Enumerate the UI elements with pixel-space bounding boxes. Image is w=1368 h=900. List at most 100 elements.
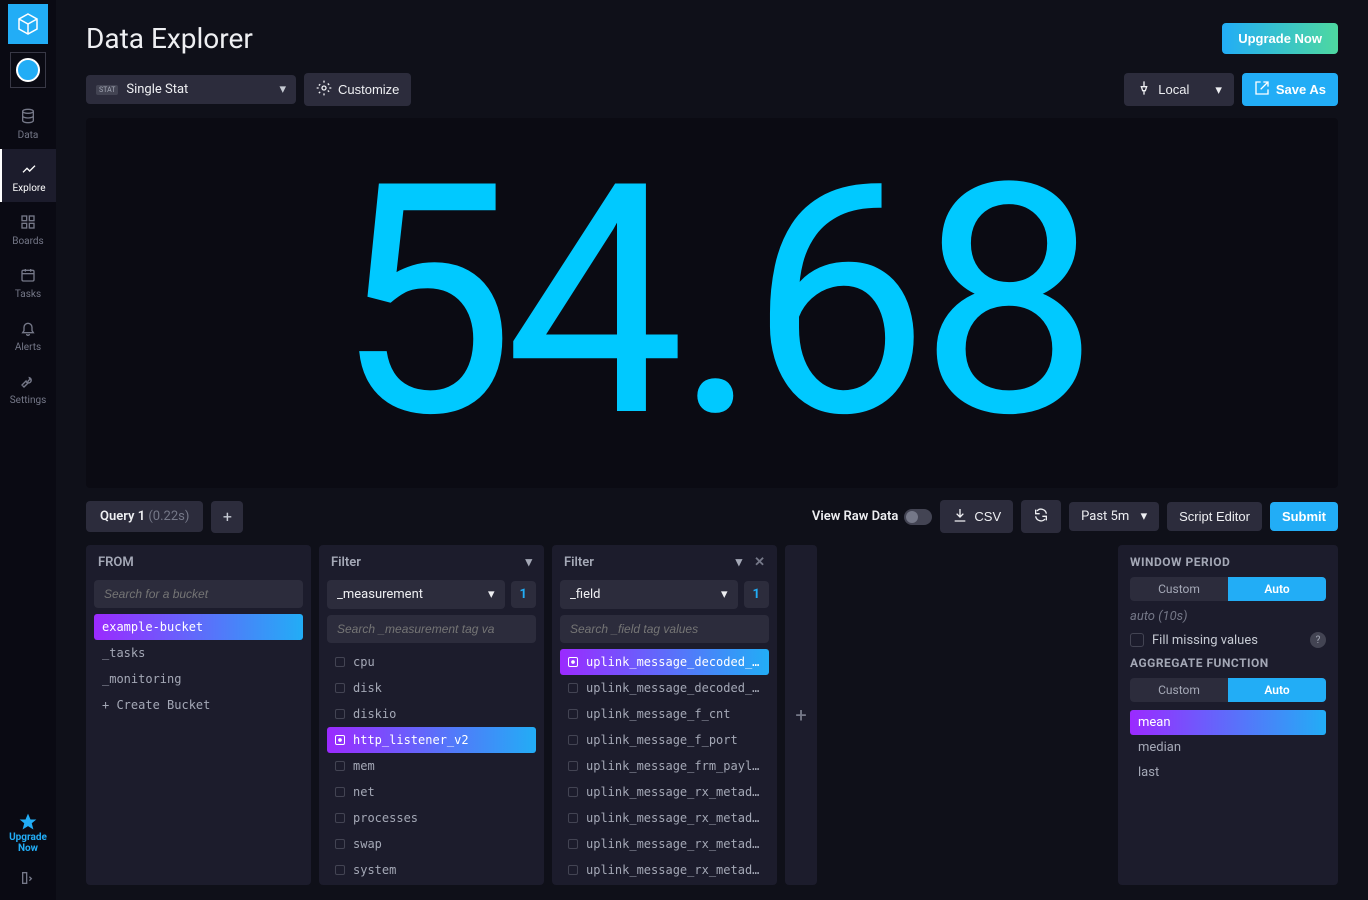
close-icon[interactable]: ✕ bbox=[754, 555, 765, 570]
chevron-down-icon: ▾ bbox=[279, 82, 286, 97]
single-stat-value: 54.68 bbox=[335, 143, 1089, 463]
filter-title: Filter bbox=[564, 555, 594, 570]
measurement-item[interactable]: cpu bbox=[327, 649, 536, 675]
filter-panel-2: Filter ▾ ✕ _field ▾ 1 uplin bbox=[552, 545, 777, 885]
bucket-item[interactable]: + Create Bucket bbox=[94, 692, 303, 718]
calendar-icon bbox=[18, 265, 38, 285]
nav-label: Tasks bbox=[15, 289, 41, 300]
aggregate-function-item[interactable]: median bbox=[1130, 735, 1326, 760]
measurement-item[interactable]: system bbox=[327, 857, 536, 877]
upgrade-now-button[interactable]: Upgrade Now bbox=[1222, 23, 1338, 54]
bucket-item[interactable]: _monitoring bbox=[94, 666, 303, 692]
collapse-sidebar-button[interactable] bbox=[20, 860, 36, 900]
gear-icon bbox=[316, 80, 332, 99]
field-item[interactable]: uplink_message_rx_metadat… bbox=[560, 857, 769, 877]
measurement-item[interactable]: processes bbox=[327, 805, 536, 831]
logo[interactable] bbox=[8, 4, 48, 44]
chevron-down-icon: ▾ bbox=[1141, 509, 1148, 524]
field-item[interactable]: uplink_message_rx_metadat… bbox=[560, 805, 769, 831]
filter-panel-1: Filter ▾ _measurement ▾ 1 cpudiskdiskioh… bbox=[319, 545, 544, 885]
measurement-item[interactable]: swap bbox=[327, 831, 536, 857]
wrench-icon bbox=[18, 371, 38, 391]
field-search-input[interactable] bbox=[560, 615, 769, 643]
csv-download-button[interactable]: CSV bbox=[940, 500, 1013, 533]
avatar[interactable] bbox=[10, 52, 46, 88]
field-item[interactable]: uplink_message_f_port bbox=[560, 727, 769, 753]
nav-label: Data bbox=[18, 130, 39, 141]
submit-button[interactable]: Submit bbox=[1270, 502, 1338, 531]
nav-data[interactable]: Data bbox=[0, 96, 56, 149]
window-period-value: auto (10s) bbox=[1130, 609, 1326, 624]
refresh-button[interactable] bbox=[1021, 500, 1061, 533]
explore-icon bbox=[19, 159, 39, 179]
vis-badge: STAT bbox=[96, 85, 118, 95]
nav-settings[interactable]: Settings bbox=[0, 361, 56, 414]
field-item[interactable]: uplink_message_frm_payload bbox=[560, 753, 769, 779]
filter-key-selector[interactable]: _field ▾ bbox=[560, 580, 738, 609]
from-title: FROM bbox=[98, 555, 134, 570]
filter-key-selector[interactable]: _measurement ▾ bbox=[327, 580, 505, 609]
chevron-down-icon: ▾ bbox=[1215, 82, 1222, 98]
filter-count: 1 bbox=[744, 581, 769, 608]
aggregate-function-item[interactable]: mean bbox=[1130, 710, 1326, 735]
filter-title: Filter bbox=[331, 555, 361, 570]
field-item[interactable]: uplink_message_rx_metadat… bbox=[560, 779, 769, 805]
visualization-panel: 54.68 bbox=[86, 118, 1338, 488]
from-panel: FROM example-bucket_tasks_monitoring+ Cr… bbox=[86, 545, 311, 885]
refresh-icon bbox=[1033, 507, 1049, 526]
window-period-segment[interactable]: Custom Auto bbox=[1130, 577, 1326, 601]
fill-missing-values[interactable]: Fill missing values ? bbox=[1130, 632, 1326, 648]
grid-icon bbox=[18, 212, 38, 232]
nav-label: Explore bbox=[13, 183, 46, 194]
nav-explore[interactable]: Explore bbox=[0, 149, 56, 202]
upgrade-now-sidebar[interactable]: Upgrade Now bbox=[9, 806, 47, 860]
chevron-down-icon[interactable]: ▾ bbox=[736, 555, 743, 570]
function-panel: WINDOW PERIOD Custom Auto auto (10s) Fil… bbox=[1118, 545, 1338, 885]
query-tab[interactable]: Query 1 (0.22s) bbox=[86, 501, 203, 532]
nav-label: Settings bbox=[10, 395, 47, 406]
help-icon[interactable]: ? bbox=[1310, 632, 1326, 648]
aggregate-function-segment[interactable]: Custom Auto bbox=[1130, 678, 1326, 702]
nav-label: Boards bbox=[12, 236, 43, 247]
bell-icon bbox=[18, 318, 38, 338]
measurement-item[interactable]: mem bbox=[327, 753, 536, 779]
field-item[interactable]: uplink_message_f_cnt bbox=[560, 701, 769, 727]
customize-button[interactable]: Customize bbox=[304, 73, 411, 106]
pin-icon bbox=[1136, 80, 1152, 99]
vis-label: Single Stat bbox=[126, 82, 188, 97]
aggregate-function-item[interactable]: last bbox=[1130, 760, 1326, 785]
save-as-button[interactable]: Save As bbox=[1242, 73, 1338, 106]
download-icon bbox=[952, 507, 968, 526]
field-item[interactable]: uplink_message_decoded_pa… bbox=[560, 649, 769, 675]
chevron-down-icon[interactable]: ▾ bbox=[525, 555, 532, 570]
timezone-selector[interactable]: Local ▾ bbox=[1124, 73, 1234, 106]
export-icon bbox=[1254, 80, 1270, 99]
visualization-selector[interactable]: STAT Single Stat ▾ bbox=[86, 75, 296, 104]
chevron-down-icon: ▾ bbox=[721, 587, 728, 602]
script-editor-button[interactable]: Script Editor bbox=[1167, 502, 1262, 531]
view-raw-data-toggle[interactable]: View Raw Data bbox=[812, 509, 933, 525]
nav-tasks[interactable]: Tasks bbox=[0, 255, 56, 308]
nav-boards[interactable]: Boards bbox=[0, 202, 56, 255]
sidebar: Data Explore Boards Tasks Alerts Setting… bbox=[0, 0, 56, 900]
field-item[interactable]: uplink_message_rx_metadat… bbox=[560, 831, 769, 857]
checkbox[interactable] bbox=[1130, 633, 1144, 647]
measurement-item[interactable]: diskio bbox=[327, 701, 536, 727]
add-filter-button[interactable]: + bbox=[785, 545, 817, 885]
measurement-search-input[interactable] bbox=[327, 615, 536, 643]
measurement-item[interactable]: disk bbox=[327, 675, 536, 701]
toggle-switch[interactable] bbox=[904, 509, 932, 525]
bucket-search-input[interactable] bbox=[94, 580, 303, 608]
measurement-item[interactable]: http_listener_v2 bbox=[327, 727, 536, 753]
field-item[interactable]: uplink_message_decoded_pa… bbox=[560, 675, 769, 701]
nav-alerts[interactable]: Alerts bbox=[0, 308, 56, 361]
chevron-down-icon: ▾ bbox=[488, 587, 495, 602]
bucket-item[interactable]: _tasks bbox=[94, 640, 303, 666]
time-range-selector[interactable]: Past 5m ▾ bbox=[1069, 502, 1159, 531]
window-period-title: WINDOW PERIOD bbox=[1130, 555, 1326, 569]
page-title: Data Explorer bbox=[86, 22, 253, 55]
measurement-item[interactable]: net bbox=[327, 779, 536, 805]
bucket-item[interactable]: example-bucket bbox=[94, 614, 303, 640]
add-query-tab[interactable]: + bbox=[211, 501, 243, 533]
filter-count: 1 bbox=[511, 581, 536, 608]
